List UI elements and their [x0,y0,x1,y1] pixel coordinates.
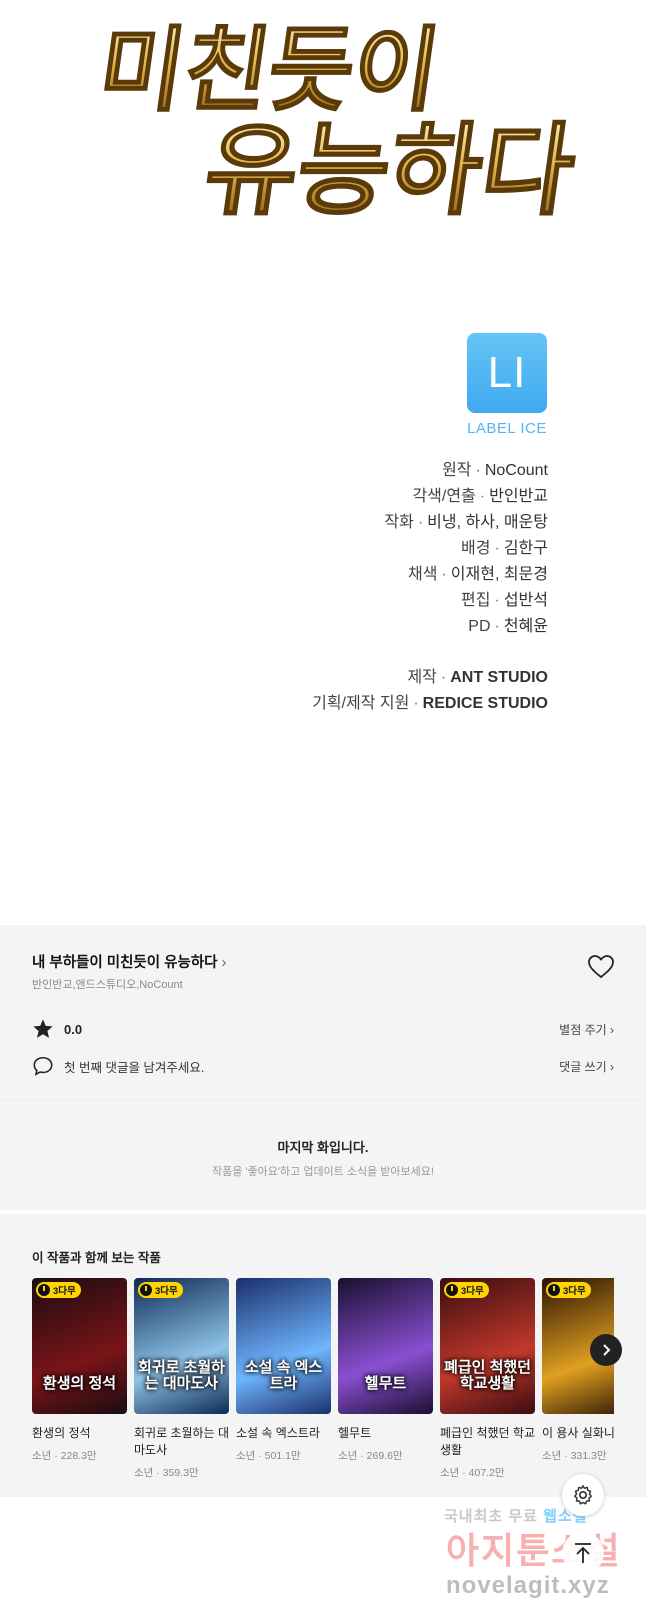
recommendations-list: 3다무 환생의 정석 환생의 정석 소년 · 228.3만 3다무 회귀로 초월하는 대마… [32,1278,614,1488]
credit-production: 제작 · ANT STUDIO [407,669,548,686]
chevron-right-icon [603,1344,611,1356]
title-art-line1: 미친듯이 [93,15,447,123]
credit-pd: PD · 천혜윤 [468,618,548,635]
comment-bubble-icon [33,1056,53,1076]
recommendations-heading: 이 작품과 함께 보는 작품 [32,1251,161,1265]
clock-icon [38,1284,50,1296]
comment-row[interactable]: 첫 번째 댓글을 남겨주세요. [32,1055,204,1077]
reco-title[interactable]: 폐급인 척했던 학교생활 [440,1425,535,1459]
title-art: 미친듯이 유능하다 [0,0,646,270]
cover-title-art: 소설 속 엑스트라 [244,1359,323,1392]
series-authors: 반인반교,앤드스튜디오,NoCount [32,979,183,991]
settings-button[interactable] [562,1474,604,1516]
reco-cover[interactable]: 3다무폐급인 척했던 학교생활 [440,1278,535,1414]
credit-background: 배경 · 김한구 [461,540,548,557]
title-art-line2: 유능하다 [198,111,582,228]
reco-card[interactable]: 헬무트 헬무트 소년 · 269.6만 [338,1278,433,1488]
rating-value: 0.0 [64,1021,83,1037]
watermark-line3: novelagit.xyz [446,1572,610,1599]
credit-adaptation: 각색/연출 · 반인반교 [412,488,548,505]
reco-title[interactable]: 소설 속 엑스트라 [236,1425,331,1442]
cover-title-art: 회귀로 초월하는 대마도사 [138,1359,225,1392]
reco-meta: 소년 · 269.6만 [338,1450,403,1462]
credit-original: 원작 · NoCount [442,462,548,479]
series-info-panel: 내 부하들이 미친듯이 유능하다 › 반인반교,앤드스튜디오,NoCount 0.… [0,925,646,1102]
rating-row: 0.0 [32,1018,82,1040]
star-icon [33,1019,53,1038]
last-episode-panel: 마지막 화입니다. 작품을 '좋아요'하고 업데이트 소식을 받아보세요! [0,1100,646,1210]
free-badge: 3다무 [444,1282,489,1298]
scroll-top-button[interactable] [562,1532,604,1574]
recommendations-panel: 이 작품과 함께 보는 작품 3다무 환생의 정석 환생의 정석 소년 · 228.3… [0,1214,646,1497]
reco-card[interactable]: 소설 속 엑스트라 소설 속 엑스트라 소년 · 501.1만 [236,1278,331,1488]
chevron-right-icon: › [221,955,227,971]
free-badge: 3다무 [138,1282,183,1298]
credit-color: 채색 · 이재현, 최문경 [408,566,548,583]
reco-card[interactable]: 3다무이 용사 실화니소년 · 331.3만 [542,1278,614,1488]
production-list: 제작 · ANT STUDIO 기획/제작 지원 · REDICE STUDIO [312,665,548,717]
credits-list: 원작 · NoCount 각색/연출 · 반인반교 작화 · 비냉, 하사, 매운탕 배경 ·… [384,458,548,640]
reco-meta: 소년 · 331.3만 [542,1450,607,1462]
series-title-link[interactable]: 내 부하들이 미친듯이 유능하다 › [32,951,226,972]
reco-card[interactable]: 3다무 환생의 정석 환생의 정석 소년 · 228.3만 [32,1278,127,1488]
series-title: 내 부하들이 미친듯이 유능하다 [32,955,218,971]
reco-cover[interactable]: 소설 속 엑스트라 [236,1278,331,1414]
reco-title[interactable]: 환생의 정석 [32,1425,127,1442]
reco-card[interactable]: 3다무 폐급인 척했던 학교생활 폐급인 척했던 학교생활 소년 · 407.2만 [440,1278,535,1488]
chevron-right-icon: › [610,1023,614,1037]
reco-meta: 소년 · 359.3만 [134,1467,199,1479]
clock-icon [140,1284,152,1296]
clock-icon [548,1284,560,1296]
comment-prompt: 첫 번째 댓글을 남겨주세요. [64,1060,205,1075]
rate-link[interactable]: 별점 주기 › [559,1021,614,1038]
reco-cover[interactable]: 헬무트 [338,1278,433,1414]
label-name: LABEL ICE [467,420,547,437]
reco-title[interactable]: 이 용사 실화니 [542,1425,614,1442]
reco-title[interactable]: 헬무트 [338,1425,433,1442]
reco-cover[interactable]: 3다무회귀로 초월하는 대마도사 [134,1278,229,1414]
cover-title-art: 헬무트 [364,1375,407,1392]
last-episode-title: 마지막 화입니다. [277,1140,369,1155]
arrow-up-icon [575,1543,591,1563]
clock-icon [446,1284,458,1296]
reco-meta: 소년 · 407.2만 [440,1467,505,1479]
gear-icon [574,1485,592,1505]
cover-title-art: 폐급인 척했던 학교생활 [444,1359,531,1392]
reco-meta: 소년 · 501.1만 [236,1450,301,1462]
free-badge: 3다무 [546,1282,591,1298]
heart-icon[interactable] [588,955,614,979]
cover-title-art: 환생의 정석 [42,1375,117,1392]
credit-editor: 편집 · 섭반석 [461,592,548,609]
chevron-right-icon: › [610,1060,614,1074]
reco-cover[interactable]: 3다무환생의 정석 [32,1278,127,1414]
reco-title[interactable]: 회귀로 초월하는 대마도사 [134,1425,229,1459]
last-episode-subtitle: 작품을 '좋아요'하고 업데이트 소식을 받아보세요! [212,1166,434,1178]
next-arrow-button[interactable] [590,1334,622,1366]
credit-planning: 기획/제작 지원 · REDICE STUDIO [312,695,548,712]
free-badge: 3다무 [36,1282,81,1298]
credit-art: 작화 · 비냉, 하사, 매운탕 [384,514,548,531]
comment-link[interactable]: 댓글 쓰기 › [559,1058,614,1075]
label-ice-logo: LI [467,333,547,413]
reco-meta: 소년 · 228.3만 [32,1450,97,1462]
label-logo-text: LI [487,348,527,397]
reco-card[interactable]: 3다무 회귀로 초월하는 대마도사 회귀로 초월하는 대마도사 소년 · 359.3만 [134,1278,229,1488]
